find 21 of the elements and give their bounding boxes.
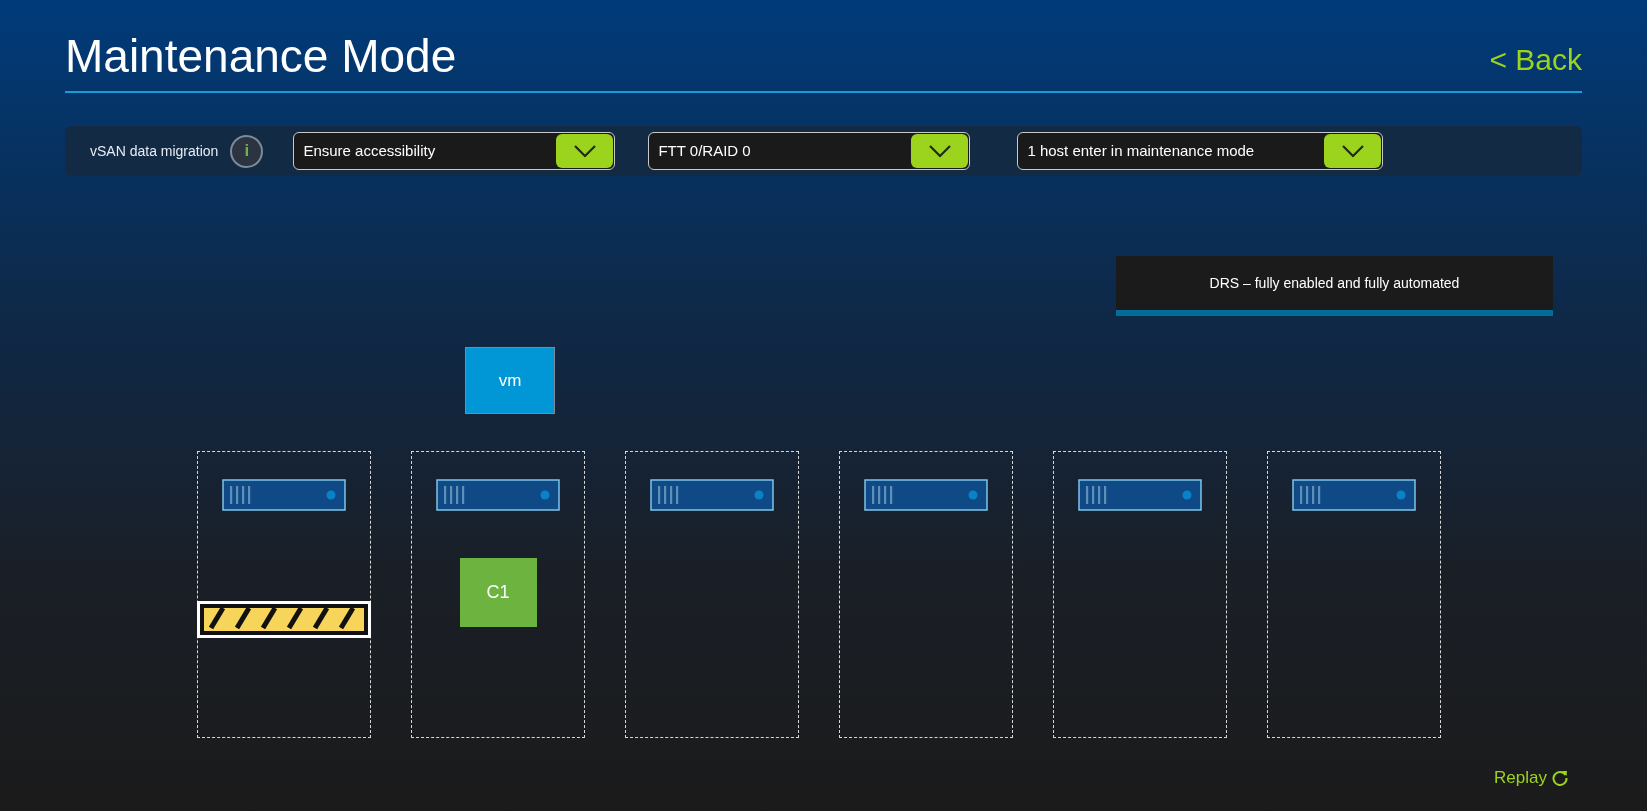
back-link[interactable]: < Back <box>1489 45 1582 75</box>
info-icon[interactable]: i <box>230 134 264 168</box>
server-icon <box>1078 479 1202 511</box>
component-block: C1 <box>459 558 537 627</box>
replay-icon <box>1551 768 1569 787</box>
chevron-down-icon <box>572 144 597 158</box>
toolbar-label: vSAN data migration <box>90 141 219 161</box>
dropdown[interactable]: 1 host enter in maintenance mode <box>1017 132 1384 170</box>
dropdown[interactable]: FTT 0/RAID 0 <box>648 132 971 170</box>
server-icon <box>864 479 988 511</box>
chevron-down-icon <box>1340 144 1365 158</box>
server-icon <box>1292 479 1416 511</box>
vm-block: vm <box>465 347 555 414</box>
page-title: Maintenance Mode <box>65 33 457 79</box>
server-icon <box>222 479 346 511</box>
chevron-down-icon <box>927 144 952 158</box>
status-banner: DRS – fully enabled and fully automated <box>1116 256 1553 316</box>
server-icon <box>650 479 774 511</box>
replay-link[interactable]: Replay <box>1494 765 1569 791</box>
dropdown[interactable]: Ensure accessibility <box>293 132 616 170</box>
server-icon <box>436 479 560 511</box>
